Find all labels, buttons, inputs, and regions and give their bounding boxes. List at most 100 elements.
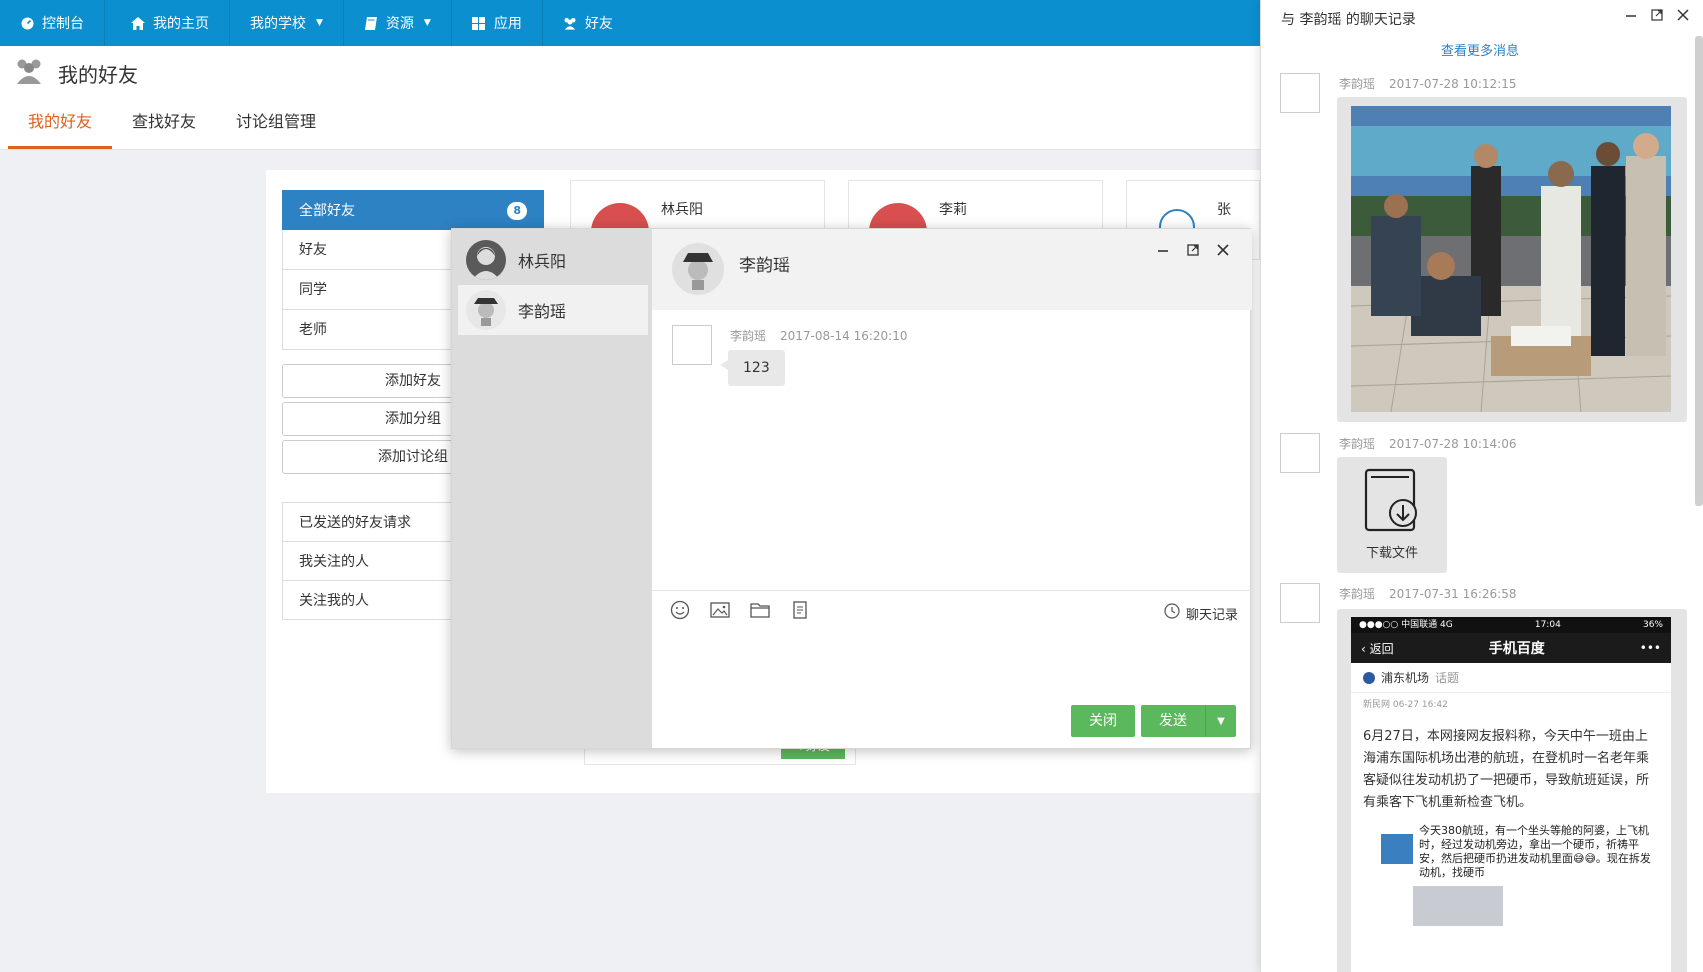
emoji-icon[interactable] [670, 600, 690, 625]
phone-topic: 浦东机场 话题 [1351, 663, 1671, 693]
close-icon[interactable] [1216, 243, 1230, 257]
history-meta: 李韵瑶 2017-07-28 10:14:06 [1339, 435, 1516, 452]
phone-time: 17:04 [1534, 620, 1561, 630]
nav-friends[interactable]: 好友 [543, 0, 633, 46]
download-file-label: 下载文件 [1365, 546, 1418, 561]
scrollbar[interactable] [1695, 36, 1703, 506]
history-meta: 李韵瑶 2017-07-31 16:26:58 [1339, 585, 1516, 602]
users-icon [563, 16, 577, 30]
nav-home[interactable]: 我的主页 [105, 0, 230, 46]
more-icon: ••• [1639, 641, 1661, 655]
chat-header: 李韵瑶 [652, 229, 1252, 310]
friend-name: 李莉 [939, 202, 967, 218]
phone-nav-bar: ‹ 返回 手机百度 ••• [1351, 633, 1671, 663]
avatar [672, 325, 712, 365]
phone-source: 新民网 06-27 16:42 [1363, 700, 1448, 710]
avatar [1280, 583, 1320, 623]
history-sender: 李韵瑶 [1339, 77, 1376, 91]
close-button[interactable]: 关闭 [1071, 705, 1135, 737]
minimize-icon[interactable] [1156, 243, 1170, 257]
chat-contact-list: 林兵阳 李韵瑶 [452, 229, 652, 748]
chat-contact-active[interactable]: 李韵瑶 [458, 285, 648, 335]
avatar [466, 240, 506, 280]
avatar [1280, 73, 1320, 113]
classroom-photo [1351, 106, 1671, 412]
history-meta: 李韵瑶 2017-07-28 10:12:15 [1339, 75, 1516, 92]
caret-down-icon: ▼ [316, 18, 323, 28]
history-window-controls [1625, 9, 1689, 25]
history-title: 与 李韵瑶 的聊天记录 [1281, 12, 1416, 28]
page-title-text: 我的好友 [58, 63, 138, 87]
count-badge: 8 [507, 202, 527, 220]
history-time: 2017-07-31 16:26:58 [1389, 587, 1517, 601]
phone-quote: 今天380航班，有一个坐头等舱的阿婆，上飞机时，经过发动机旁边，拿出一个硬币，祈… [1381, 824, 1659, 880]
window-controls [1156, 243, 1230, 257]
phone-screenshot: ●●●○○ 中国联通 4G 17:04 36% ‹ 返回 手机百度 ••• 浦东… [1351, 617, 1671, 972]
avatar [466, 290, 506, 330]
nav-resources[interactable]: 资源 ▼ [344, 0, 452, 46]
nav-apps[interactable]: 应用 [452, 0, 543, 46]
document-icon[interactable] [790, 600, 810, 625]
minimize-icon[interactable] [1625, 9, 1637, 25]
image-message[interactable] [1337, 97, 1687, 422]
tab-find-friends[interactable]: 查找好友 [112, 98, 216, 149]
dashboard-icon [20, 16, 34, 30]
nav-label: 好友 [584, 16, 613, 32]
close-icon[interactable] [1677, 9, 1689, 25]
message-time: 2017-08-14 16:20:10 [780, 329, 908, 343]
quote-image [1413, 886, 1503, 926]
book-icon [364, 16, 378, 30]
avatar [672, 243, 724, 295]
topic-name: 浦东机场 [1381, 671, 1430, 685]
page-title: 我的好友 [14, 58, 138, 89]
quote-thumbnail [1381, 834, 1413, 864]
nav-my-school[interactable]: 我的学校 ▼ [230, 0, 344, 46]
send-button[interactable]: 发送 [1141, 705, 1206, 737]
message-sender: 李韵瑶 [730, 329, 767, 343]
load-more-link[interactable]: 查看更多消息 [1441, 40, 1519, 59]
message-bubble: 123 [720, 350, 785, 386]
image-icon[interactable] [710, 600, 730, 625]
image-message[interactable]: ●●●○○ 中国联通 4G 17:04 36% ‹ 返回 手机百度 ••• 浦东… [1337, 609, 1687, 972]
chat-contact[interactable]: 林兵阳 [458, 235, 648, 285]
caret-down-icon: ▼ [423, 18, 431, 28]
phone-article-body: 6月27日，本网接网友报料称，今天中午一班由上海浦东国际机场出港的航班，在登机时… [1363, 729, 1650, 810]
friend-name: 张 [1217, 202, 1231, 218]
history-sender: 李韵瑶 [1339, 437, 1376, 451]
page-tabs: 我的好友 查找好友 讨论组管理 [8, 98, 336, 149]
nav-label: 我的学校 [250, 16, 306, 32]
phone-status-bar: ●●●○○ 中国联通 4G 17:04 36% [1351, 617, 1671, 633]
top-nav: 控制台 我的主页 我的学校 ▼ 资源 ▼ 应用 好友 [0, 0, 1260, 46]
nav-label: 我的主页 [153, 16, 209, 32]
grid-icon [472, 16, 486, 30]
quote-text: 今天380航班，有一个坐头等舱的阿婆，上飞机时，经过发动机旁边，拿出一个硬币，祈… [1419, 824, 1651, 879]
home-icon [131, 16, 145, 30]
folder-icon[interactable] [750, 600, 770, 625]
nav-label: 应用 [493, 16, 522, 32]
chat-partner-name: 李韵瑶 [739, 256, 790, 276]
chat-actions: 关闭 发送 ▼ [1071, 705, 1236, 737]
maximize-icon[interactable] [1186, 243, 1200, 257]
message-area: 李韵瑶 2017-08-14 16:20:10 123 [652, 310, 1252, 590]
avatar [1280, 433, 1320, 473]
maximize-icon[interactable] [1651, 9, 1663, 25]
friend-name: 林兵阳 [661, 202, 703, 218]
group-item-all[interactable]: 全部好友 8 [282, 190, 544, 230]
history-sender: 李韵瑶 [1339, 587, 1376, 601]
phone-battery: 36% [1642, 620, 1663, 630]
chat-history-button[interactable]: 聊天记录 [1164, 603, 1238, 623]
chat-toolbar: 聊天记录 [652, 590, 1252, 630]
history-time: 2017-07-28 10:14:06 [1389, 437, 1517, 451]
topic-icon [1363, 671, 1375, 684]
file-message[interactable]: 下载文件 [1337, 457, 1447, 573]
send-options-dropdown[interactable]: ▼ [1206, 705, 1236, 737]
page-header: 我的好友 我的好友 查找好友 讨论组管理 [0, 46, 1260, 150]
users-icon [14, 58, 44, 89]
nav-label: 控制台 [42, 16, 84, 32]
tab-my-friends[interactable]: 我的好友 [8, 98, 113, 149]
topic-tag: 话题 [1435, 671, 1460, 685]
send-button-group: 发送 ▼ [1141, 705, 1236, 737]
nav-dashboard[interactable]: 控制台 [0, 0, 105, 46]
chat-history-panel: 与 李韵瑶 的聊天记录 查看更多消息 李韵瑶 2017-07-28 10:12:1… [1260, 0, 1703, 972]
tab-discussion-management[interactable]: 讨论组管理 [216, 98, 336, 149]
